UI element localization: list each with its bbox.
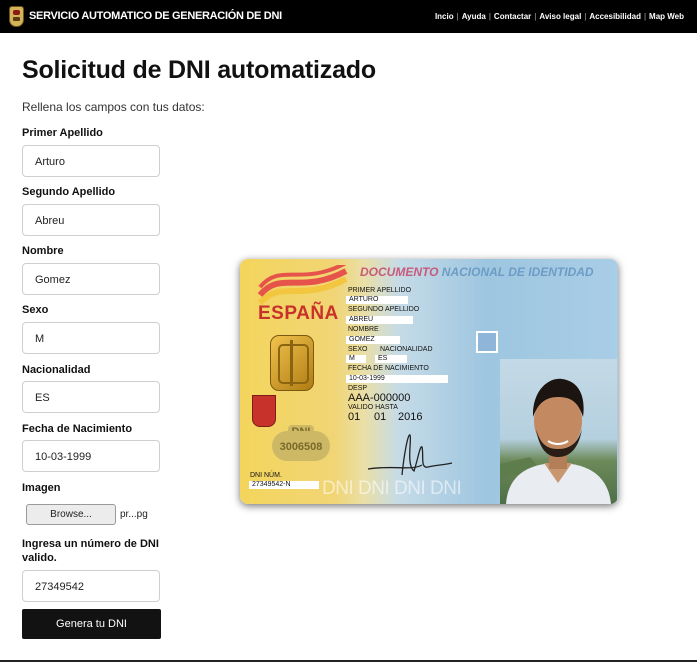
card-fecha-label: FECHA DE NACIMIENTO (348, 365, 429, 372)
card-portrait-photo (500, 359, 617, 504)
card-primer-apellido-label: PRIMER APELLIDO (348, 287, 412, 294)
nombre-field-group: Nombre Gomez (22, 244, 182, 295)
nombre-label: Nombre (22, 245, 64, 257)
generate-dni-button[interactable]: Genera tu DNI (22, 609, 161, 639)
card-seal-number: 3006508 (272, 431, 330, 461)
segundo-apellido-field-group: Segundo Apellido Abreu (22, 185, 182, 236)
card-segundo-apellido-label: SEGUNDO APELLIDO (348, 306, 420, 313)
imagen-label: Imagen (22, 482, 61, 494)
sexo-field-group: Sexo M (22, 303, 182, 354)
card-valido-label: VALIDO HASTA (348, 404, 398, 411)
sexo-input[interactable]: M (22, 322, 160, 354)
nav-link-inicio[interactable]: Incio (435, 12, 454, 21)
fecha-nacimiento-field-group: Fecha de Nacimiento 10-03-1999 (22, 422, 182, 472)
card-country: ESPAÑA (258, 303, 339, 324)
dni-card-preview: ESPAÑA DOCUMENTO NACIONAL DE IDENTIDAD D… (240, 259, 618, 504)
chip-icon (270, 335, 314, 391)
nav-link-contactar[interactable]: Contactar (494, 12, 531, 21)
primer-apellido-input[interactable]: Arturo (22, 145, 160, 177)
card-nacionalidad-label: NACIONALIDAD (380, 346, 433, 353)
signature-image (367, 434, 453, 476)
portrait-figure-icon (500, 378, 611, 504)
card-fecha-value: 10-03-1999 (346, 375, 448, 383)
nav-link-aviso-legal[interactable]: Aviso legal (539, 12, 581, 21)
segundo-apellido-label: Segundo Apellido (22, 186, 116, 198)
card-desp-value: AAA-000000 (348, 392, 411, 404)
dni-number-label-line1: Ingresa un número de DNI (22, 538, 159, 550)
card-sexo-value: M (346, 355, 366, 363)
card-header-documento: DOCUMENTO (360, 265, 439, 279)
card-segundo-apellido-value: ABREU (346, 316, 413, 324)
sexo-label: Sexo (22, 304, 49, 316)
card-watermark: DNI DNI DNI DNI (322, 478, 462, 499)
card-cross-emblem-icon (466, 321, 508, 363)
card-header: DOCUMENTO NACIONAL DE IDENTIDAD (360, 265, 594, 279)
card-header-nacional: NACIONAL DE IDENTIDAD (441, 265, 594, 279)
nav-link-accesibilidad[interactable]: Accesibilidad (589, 12, 641, 21)
card-valido-day: 01 (348, 411, 361, 423)
card-sexo-label: SEXO (348, 346, 368, 353)
nacionalidad-label: Nacionalidad (22, 364, 91, 376)
selected-file-name: pr...pg (120, 509, 148, 520)
nav-link-map-web[interactable]: Map Web (649, 12, 684, 21)
nacionalidad-field-group: Nacionalidad ES (22, 363, 182, 413)
app-title: SERVICIO AUTOMATICO DE GENERACIÓN DE DNI (29, 10, 282, 22)
primer-apellido-field-group: Primer Apellido Arturo (22, 126, 182, 177)
nacionalidad-input[interactable]: ES (22, 381, 160, 413)
dni-number-field-group: Ingresa un número de DNI valido. 2734954… (22, 537, 182, 602)
crest-icon (252, 395, 276, 427)
form-intro-text: Rellena los campos con tus datos: (22, 100, 205, 114)
imagen-field-group: Imagen (22, 481, 182, 495)
card-primer-apellido-value: ARTURO (346, 296, 408, 304)
card-dni-num-value: 27349542-N (249, 481, 319, 489)
fecha-nacimiento-input[interactable]: 10-03-1999 (22, 440, 160, 472)
top-bar: SERVICIO AUTOMATICO DE GENERACIÓN DE DNI… (0, 0, 697, 33)
segundo-apellido-input[interactable]: Abreu (22, 204, 160, 236)
flag-wave-icon (257, 265, 348, 305)
dni-number-label-line2: valido. (22, 552, 57, 564)
top-nav: Incio | Ayuda | Contactar | Aviso legal | Accesi… (434, 12, 684, 21)
fecha-nacimiento-label: Fecha de Nacimiento (22, 423, 133, 435)
card-valido-month: 01 (374, 411, 387, 423)
card-nacionalidad-value: ES (375, 355, 407, 363)
page-title: Solicitud de DNI automatizado (22, 56, 376, 84)
card-desp-label: DESP (348, 385, 368, 392)
dni-number-input[interactable]: 27349542 (22, 570, 160, 602)
card-dni-num-label: DNI NÚM. (250, 472, 282, 479)
nombre-input[interactable]: Gomez (22, 263, 160, 295)
card-valido-year: 2016 (398, 411, 423, 423)
browse-button[interactable]: Browse... (26, 504, 116, 525)
card-nombre-value: GOMEZ (346, 336, 400, 344)
primer-apellido-label: Primer Apellido (22, 127, 103, 139)
nav-link-ayuda[interactable]: Ayuda (462, 12, 486, 21)
card-nombre-label: NOMBRE (348, 326, 379, 333)
coat-of-arms-logo-icon (9, 6, 24, 27)
